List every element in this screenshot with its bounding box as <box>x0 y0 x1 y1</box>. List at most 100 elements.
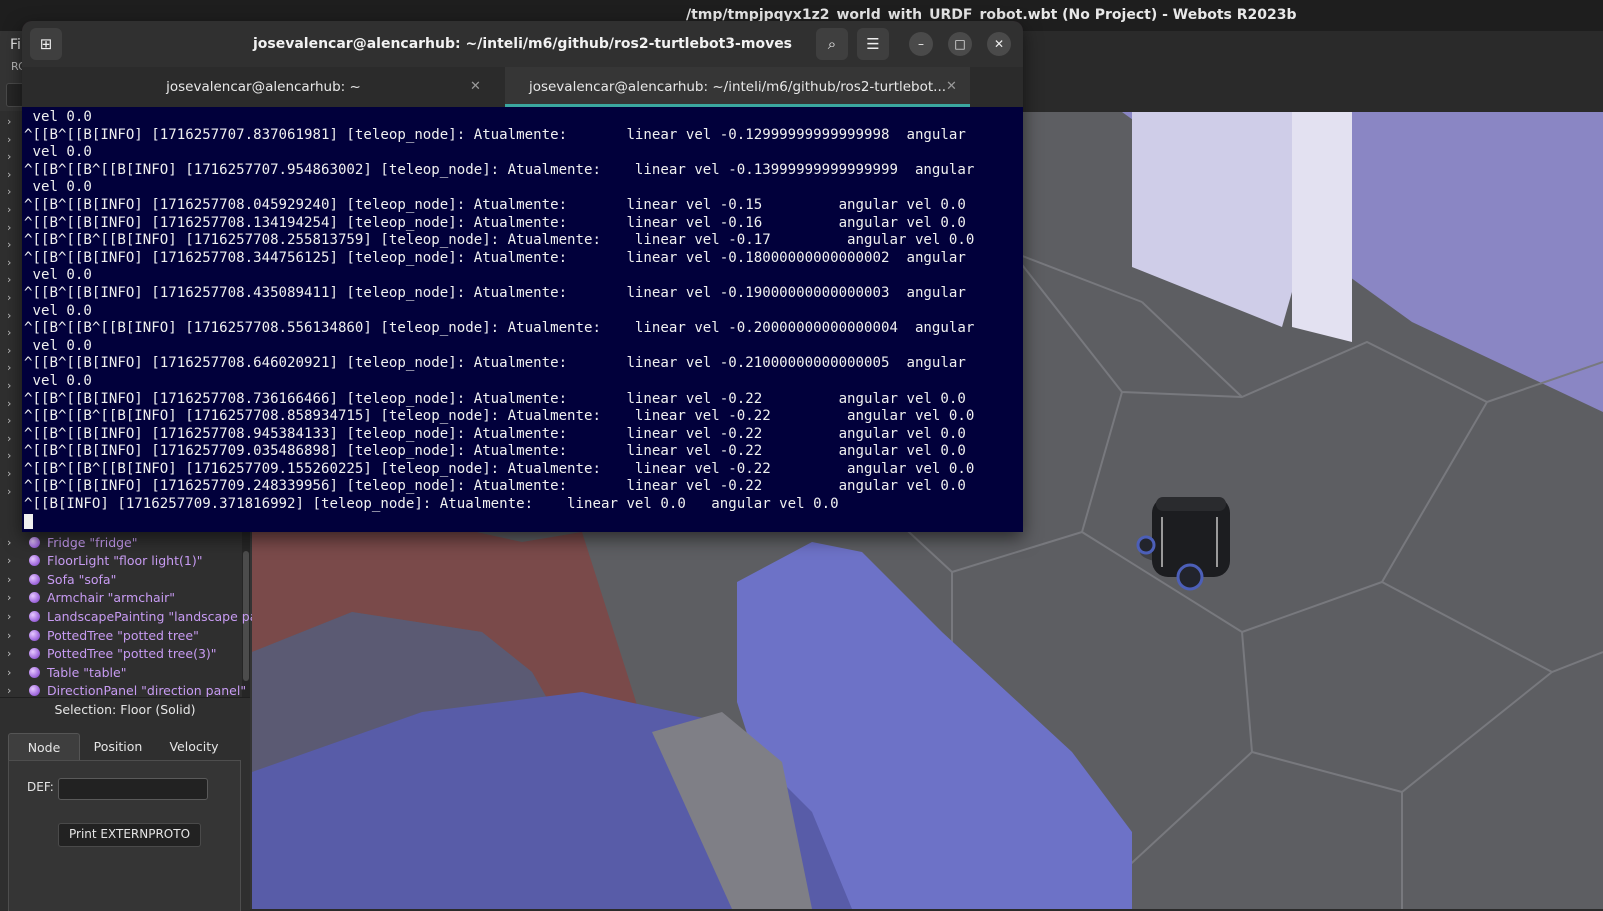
tree-expand-icon[interactable]: › <box>7 397 17 411</box>
tab-label: josevalencar@alencarhub: ~ <box>166 79 361 95</box>
tree-expand-icon[interactable]: › <box>7 573 21 586</box>
tab-node[interactable]: Node <box>8 733 80 762</box>
terminal-line: ^[[B^[[B[INFO] [1716257707.837061981] [t… <box>24 126 966 143</box>
def-field[interactable] <box>58 778 208 800</box>
scene-tree-item[interactable]: › Armchair "armchair" <box>7 589 175 607</box>
door-frame <box>1292 112 1352 342</box>
terminal-line: vel 0.0 <box>24 302 92 319</box>
tree-expand-icon[interactable]: › <box>7 361 17 375</box>
tab-ros2-project[interactable]: josevalencar@alencarhub: ~/inteli/m6/git… <box>505 67 970 107</box>
tree-expand-icon[interactable]: › <box>7 344 17 358</box>
tab-label: josevalencar@alencarhub: ~/inteli/m6/git… <box>528 79 947 95</box>
tab-position[interactable]: Position <box>80 733 156 761</box>
tree-item-label: Table "table" <box>47 664 127 680</box>
def-label: DEF: <box>27 780 54 794</box>
tree-expand-icon[interactable]: › <box>7 684 21 697</box>
close-icon[interactable]: ✕ <box>470 67 481 107</box>
terminal-line: vel 0.0 <box>24 337 92 354</box>
selection-panel: Selection: Floor (Solid) Node Position V… <box>0 697 250 911</box>
tree-expand-icon[interactable]: › <box>7 449 17 463</box>
terminal-line: ^[[B^[[B^[[B[INFO] [1716257709.155260225… <box>24 460 975 477</box>
tab-home[interactable]: josevalencar@alencarhub: ~ ✕ <box>22 67 505 107</box>
tree-expand-icon[interactable]: › <box>7 536 21 549</box>
tree-expand-icon[interactable]: › <box>7 273 17 287</box>
tree-expand-icon[interactable]: › <box>7 309 17 323</box>
search-icon[interactable]: ⌕ <box>816 28 848 60</box>
terminal-line: ^[[B^[[B[INFO] [1716257709.035486898] [t… <box>24 443 966 460</box>
menu-file[interactable]: Fi <box>10 37 21 53</box>
tree-expand-icon[interactable]: › <box>7 432 17 446</box>
tree-expand-icon[interactable]: › <box>7 238 17 252</box>
tree-expand-icon[interactable]: › <box>7 256 17 270</box>
tree-expand-icon[interactable]: › <box>7 414 17 428</box>
scene-tree-item[interactable]: › PottedTree "potted tree" <box>7 626 199 644</box>
selection-title: Selection: Floor (Solid) <box>54 702 196 717</box>
terminal-prompt-line <box>24 513 974 532</box>
scene-tree-item[interactable]: › Fridge "fridge" <box>7 533 138 551</box>
tree-expand-icon[interactable]: › <box>7 203 17 217</box>
scene-tree-item[interactable]: › PottedTree "potted tree(3)" <box>7 645 217 663</box>
tree-expand-icon[interactable]: › <box>7 629 21 642</box>
tree-expand-icon[interactable]: › <box>7 291 17 305</box>
node-sphere-icon <box>29 666 40 678</box>
terminal-line: ^[[B^[[B[INFO] [1716257708.736166466] [t… <box>24 390 966 407</box>
terminal-line: ^[[B^[[B[INFO] [1716257708.344756125] [t… <box>24 249 966 266</box>
terminal-line: vel 0.0 <box>24 179 92 196</box>
tree-expand-icon[interactable]: › <box>7 185 17 199</box>
node-sphere-icon <box>29 629 40 641</box>
scene-tree-item[interactable]: › FloorLight "floor light(1)" <box>7 552 202 570</box>
terminal-line: ^[[B^[[B[INFO] [1716257708.045929240] [t… <box>24 196 966 213</box>
terminal-cursor <box>24 513 33 529</box>
tree-expand-icon[interactable]: › <box>7 591 21 604</box>
tree-expand-icon[interactable]: › <box>7 326 17 340</box>
scene-tree-item[interactable]: › LandscapePainting "landscape pain <box>7 607 269 625</box>
tree-expand-icon[interactable]: › <box>7 647 21 660</box>
node-sphere-icon <box>29 610 40 622</box>
tree-item-label: PottedTree "potted tree" <box>47 627 199 643</box>
scene-tree-item[interactable]: › Table "table" <box>7 663 126 681</box>
close-icon[interactable]: ✕ <box>987 32 1011 56</box>
tree-expand-icon[interactable]: › <box>7 115 17 129</box>
tree-item-label: Fridge "fridge" <box>47 534 138 550</box>
maximize-icon[interactable]: □ <box>948 32 972 56</box>
tree-expand-icon[interactable]: › <box>7 610 21 623</box>
tree-expand-icon[interactable]: › <box>7 133 17 147</box>
close-icon[interactable]: ✕ <box>946 67 957 107</box>
hamburger-menu-icon[interactable]: ☰ <box>857 28 889 60</box>
field-editor-tabs: Node Position Velocity <box>8 733 240 762</box>
terminal-line: vel 0.0 <box>24 372 92 389</box>
node-sphere-icon <box>29 573 40 585</box>
tree-expand-icon[interactable]: › <box>7 221 17 235</box>
tree-expand-icon[interactable]: › <box>7 467 17 481</box>
tree-item-label: Sofa "sofa" <box>47 571 117 587</box>
terminal-line: ^[[B^[[B^[[B[INFO] [1716257708.858934715… <box>24 408 975 425</box>
tree-expand-icon[interactable]: › <box>7 379 17 393</box>
node-sphere-icon <box>29 555 40 567</box>
terminal-line: ^[[B^[[B^[[B[INFO] [1716257708.556134860… <box>24 320 975 337</box>
terminal-line: vel 0.0 <box>24 144 92 161</box>
terminal-line: ^[[B^[[B[INFO] [1716257708.435089411] [t… <box>24 284 966 301</box>
terminal-line: vel 0.0 <box>24 267 92 284</box>
terminal-lines: vel 0.0 ^[[B^[[B[INFO] [1716257707.837061… <box>24 109 974 532</box>
terminal-line: ^[[B^[[B[INFO] [1716257708.646020921] [t… <box>24 355 966 372</box>
tree-expand-icon[interactable]: › <box>7 554 21 567</box>
tab-velocity[interactable]: Velocity <box>156 733 232 761</box>
print-externproto-button[interactable]: Print EXTERNPROTO <box>58 823 201 847</box>
terminal-line: vel 0.0 <box>24 109 92 125</box>
terminal-line: ^[[B^[[B^[[B[INFO] [1716257708.255813759… <box>24 232 975 249</box>
terminal-output[interactable]: vel 0.0 ^[[B^[[B[INFO] [1716257707.837061… <box>22 107 1023 532</box>
viewport-toolbar-area <box>1022 31 1603 112</box>
tree-item-label: LandscapePainting "landscape pain <box>47 608 269 624</box>
node-sphere-icon <box>29 685 40 697</box>
tree-expand-icon[interactable]: › <box>7 485 17 499</box>
minimize-icon[interactable]: – <box>909 32 933 56</box>
tree-expand-icon[interactable]: › <box>7 150 17 164</box>
terminal-window[interactable]: ⊞ josevalencar@alencarhub: ~/inteli/m6/g… <box>22 21 1023 532</box>
terminal-line: ^[[B^[[B[INFO] [1716257708.945384133] [t… <box>24 425 966 442</box>
node-sphere-icon <box>29 536 40 548</box>
tree-item-label: FloorLight "floor light(1)" <box>47 553 203 569</box>
scene-tree-item[interactable]: › Sofa "sofa" <box>7 570 116 588</box>
tree-expand-icon[interactable]: › <box>7 168 17 182</box>
tree-expand-icon[interactable]: › <box>7 666 21 679</box>
tree-item-label: Armchair "armchair" <box>47 590 176 606</box>
